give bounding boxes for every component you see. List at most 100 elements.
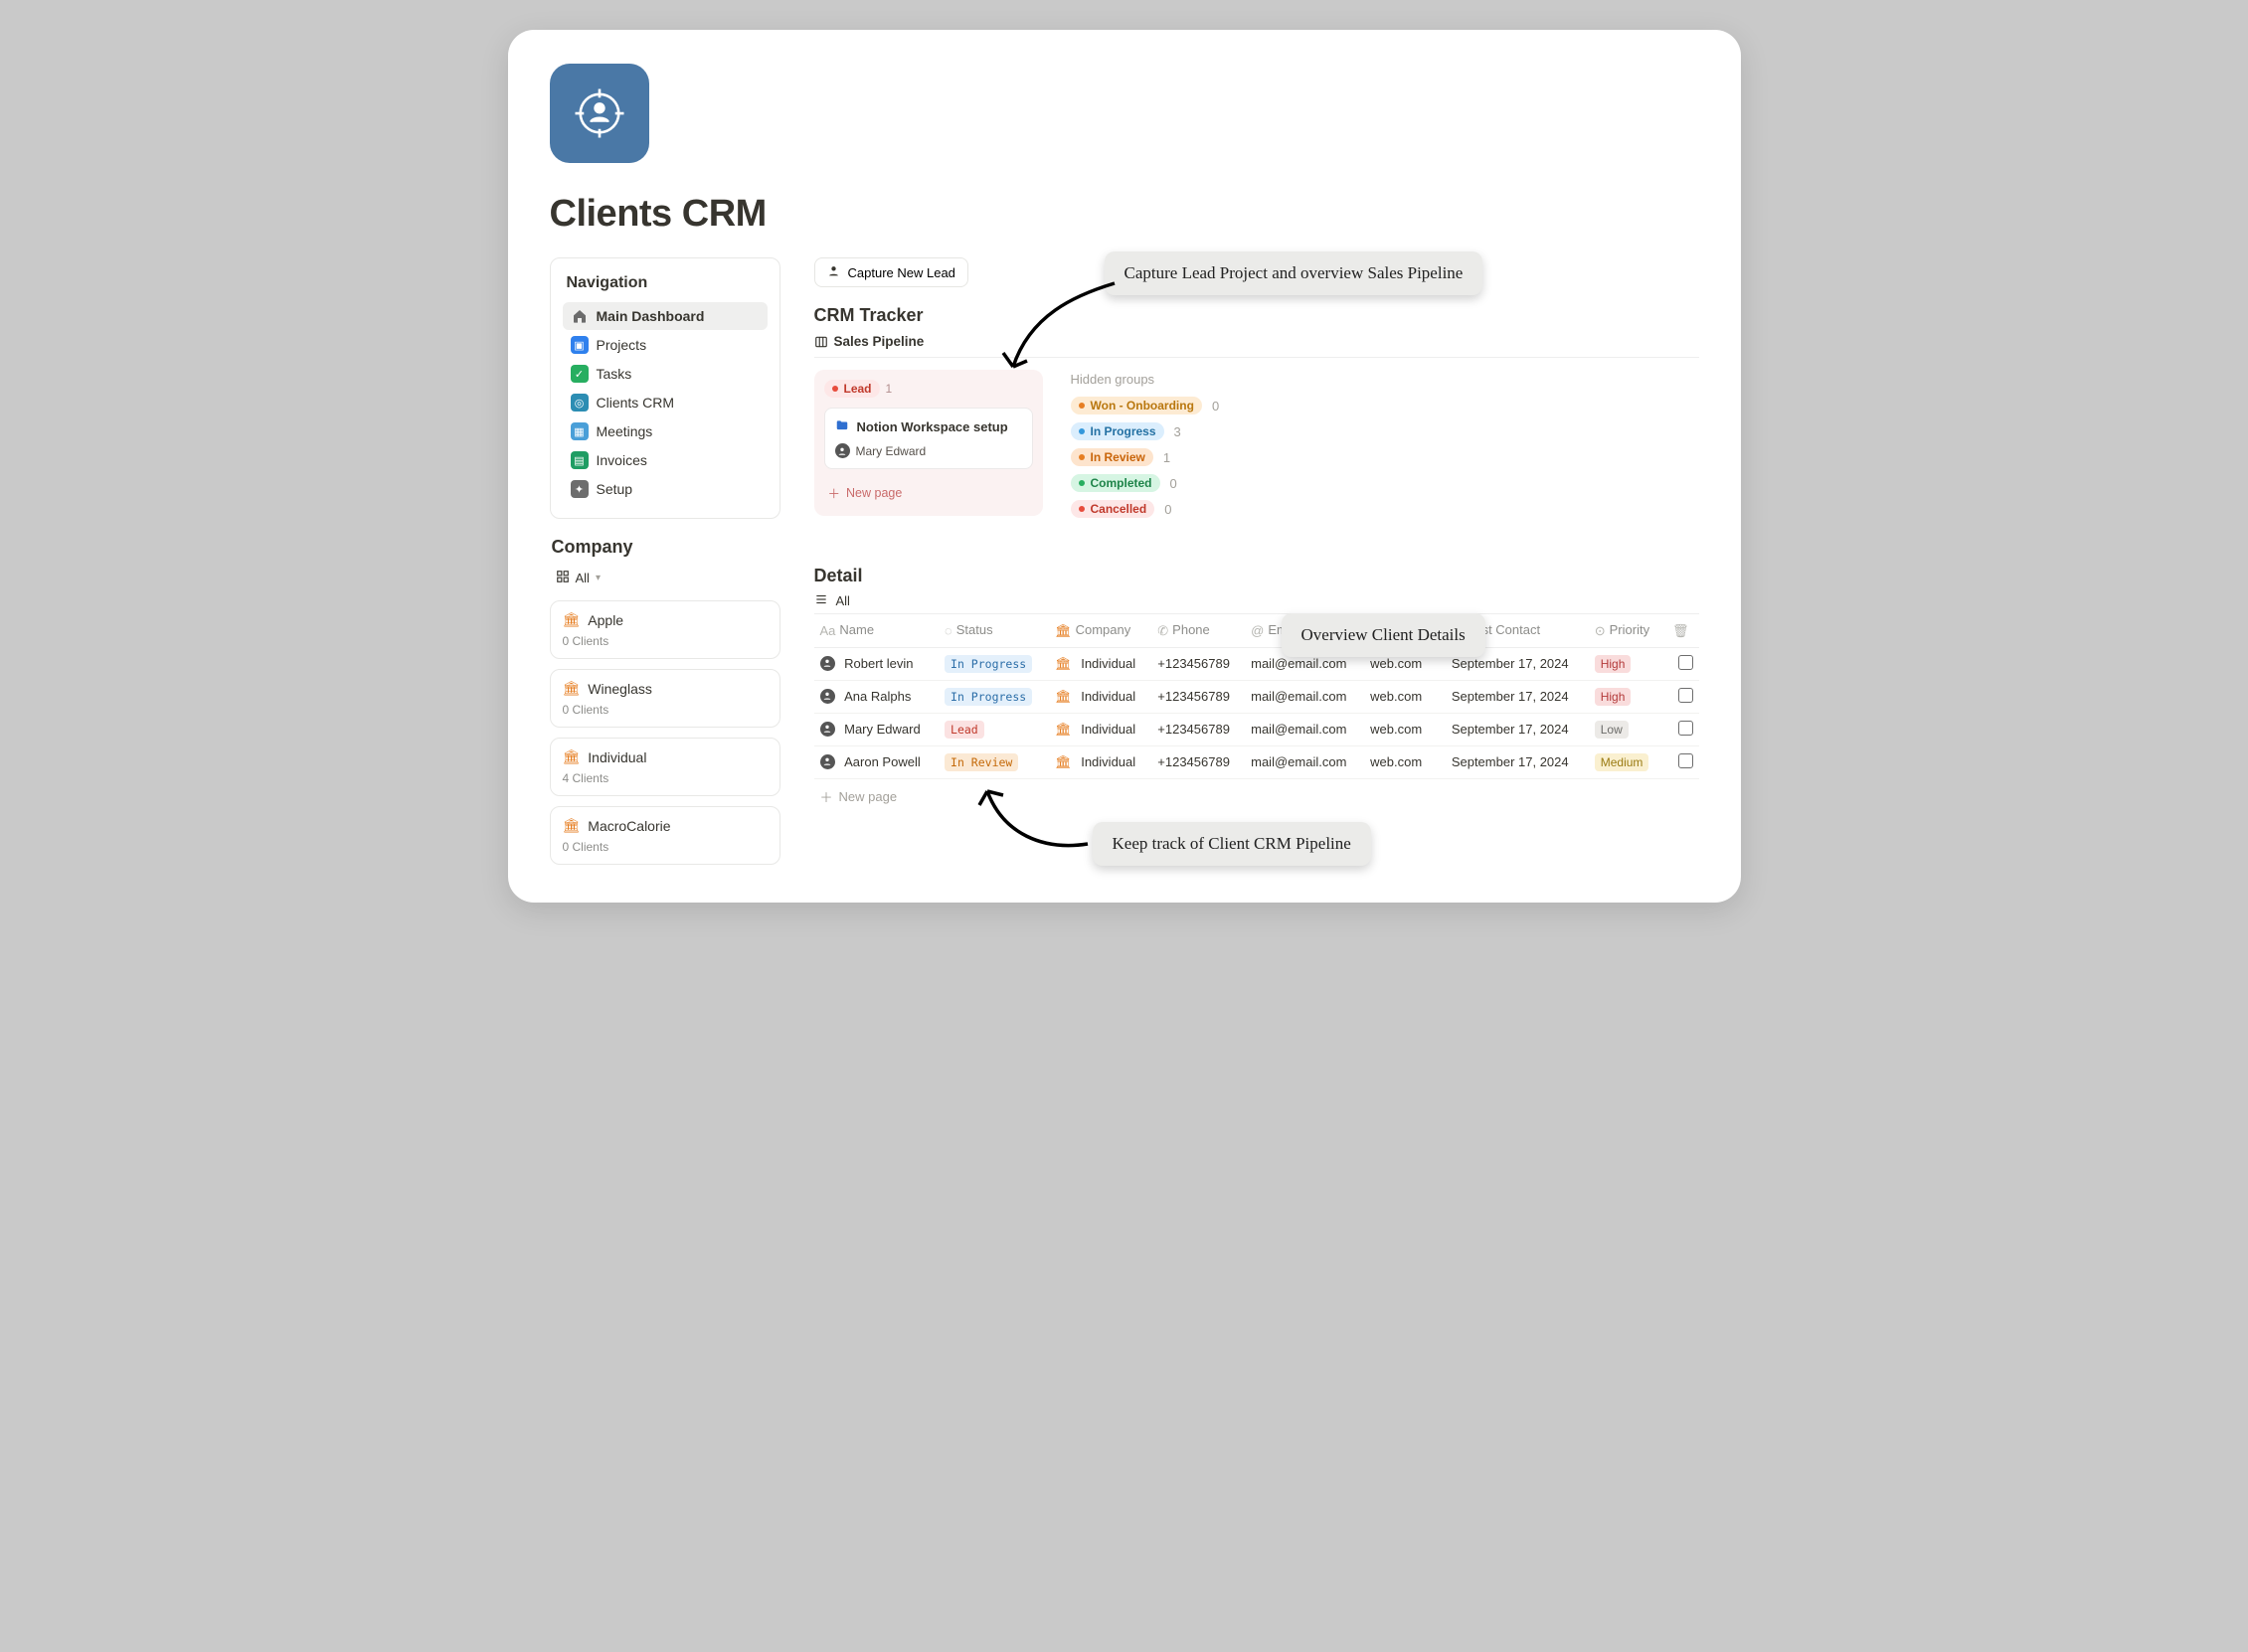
dot-icon <box>1079 428 1085 434</box>
company-card[interactable]: 🏛 Apple 0 Clients <box>550 600 780 659</box>
cell-name: Robert levin <box>844 656 913 671</box>
cell-last-contact: September 17, 2024 <box>1446 713 1589 745</box>
folder-icon <box>835 418 849 435</box>
new-page-button[interactable]: ＋ New page <box>824 475 1033 510</box>
group-pill: Won - Onboarding <box>1071 397 1202 414</box>
table-row[interactable]: Robert levin In Progress 🏛 Individual +1… <box>814 647 1699 680</box>
company-card[interactable]: 🏛 Wineglass 0 Clients <box>550 669 780 728</box>
grid-icon <box>556 570 570 586</box>
cell-phone: +123456789 <box>1151 680 1245 713</box>
nav-item-projects[interactable]: ▣ Projects <box>563 331 768 359</box>
table-row[interactable]: Mary Edward Lead 🏛 Individual +123456789… <box>814 713 1699 745</box>
crm-tracker-title: CRM Tracker <box>814 305 1699 326</box>
dot-icon <box>1079 506 1085 512</box>
nav-label: Main Dashboard <box>597 308 705 324</box>
cell-phone: +123456789 <box>1151 647 1245 680</box>
hidden-group-row[interactable]: Completed 0 <box>1071 474 1220 492</box>
group-pill: In Progress <box>1071 422 1164 440</box>
hidden-groups-title: Hidden groups <box>1071 372 1220 387</box>
nav-label: Meetings <box>597 423 653 439</box>
company-name: Wineglass <box>588 681 652 697</box>
calendar-icon: ▦ <box>571 422 589 440</box>
hidden-group-row[interactable]: In Review 1 <box>1071 448 1220 466</box>
company-card[interactable]: 🏛 Individual 4 Clients <box>550 738 780 796</box>
invoice-icon: ▤ <box>571 451 589 469</box>
person-icon <box>827 264 840 280</box>
nav-item-meetings[interactable]: ▦ Meetings <box>563 417 768 445</box>
detail-tab-all[interactable]: All <box>814 592 1699 609</box>
group-label: In Progress <box>1091 424 1156 438</box>
person-avatar-icon <box>820 689 835 704</box>
company-sub: 4 Clients <box>563 771 768 785</box>
hidden-groups: Hidden groups Won - Onboarding 0 In Prog… <box>1071 370 1220 526</box>
company-sub: 0 Clients <box>563 703 768 717</box>
group-count: 3 <box>1174 424 1181 439</box>
lead-column: Lead 1 Notion Workspace setup <box>814 370 1043 516</box>
hidden-group-row[interactable]: Cancelled 0 <box>1071 500 1220 518</box>
cell-status: In Review <box>945 753 1018 771</box>
cell-priority: High <box>1595 688 1632 706</box>
building-icon: 🏛 <box>1055 689 1072 704</box>
navigation-card: Navigation Main Dashboard ▣ Projects ✓ T… <box>550 257 780 519</box>
cell-company: Individual <box>1081 689 1135 704</box>
col-actions[interactable]: 🗑 <box>1662 614 1698 648</box>
nav-label: Clients CRM <box>597 395 675 411</box>
table-row[interactable]: Ana Ralphs In Progress 🏛 Individual +123… <box>814 680 1699 713</box>
list-icon <box>814 592 828 609</box>
lead-pill[interactable]: Lead <box>824 380 880 398</box>
detail-new-page[interactable]: ＋ New page <box>814 779 1699 814</box>
card-person: Mary Edward <box>856 444 927 458</box>
new-page-label: New page <box>839 789 898 804</box>
table-row[interactable]: Aaron Powell In Review 🏛 Individual +123… <box>814 745 1699 778</box>
cell-status: Lead <box>945 721 984 739</box>
nav-item-invoices[interactable]: ▤ Invoices <box>563 446 768 474</box>
person-avatar-icon <box>835 443 850 458</box>
row-checkbox[interactable] <box>1678 688 1693 703</box>
cell-website: web.com <box>1364 680 1446 713</box>
capture-label: Capture New Lead <box>848 265 955 280</box>
lead-card[interactable]: Notion Workspace setup Mary Edward <box>824 408 1033 469</box>
chevron-down-icon: ▾ <box>596 573 601 583</box>
row-checkbox[interactable] <box>1678 721 1693 736</box>
home-icon <box>571 307 589 325</box>
cell-name: Ana Ralphs <box>844 689 911 704</box>
cell-name: Mary Edward <box>844 722 921 737</box>
hidden-group-row[interactable]: In Progress 3 <box>1071 422 1220 440</box>
nav-item-main-dashboard[interactable]: Main Dashboard <box>563 302 768 330</box>
tab-sales-pipeline[interactable]: Sales Pipeline <box>814 334 925 349</box>
nav-item-clients-crm[interactable]: ◎ Clients CRM <box>563 389 768 416</box>
trash-icon: 🗑 <box>1672 623 1689 639</box>
page-title: Clients CRM <box>550 193 1699 236</box>
building-icon: 🏛 <box>563 817 581 834</box>
hidden-group-row[interactable]: Won - Onboarding 0 <box>1071 397 1220 414</box>
gear-icon: ✦ <box>571 480 589 498</box>
group-label: In Review <box>1091 450 1145 464</box>
lead-label: Lead <box>844 382 872 396</box>
person-avatar-icon <box>820 722 835 737</box>
col-phone[interactable]: ✆Phone <box>1151 614 1245 648</box>
nav-label: Projects <box>597 337 647 353</box>
tab-label: Sales Pipeline <box>834 334 925 349</box>
folder-icon: ▣ <box>571 336 589 354</box>
plus-icon: ＋ <box>820 787 833 806</box>
company-card[interactable]: 🏛 MacroCalorie 0 Clients <box>550 806 780 865</box>
dot-icon <box>832 386 838 392</box>
nav-item-tasks[interactable]: ✓ Tasks <box>563 360 768 388</box>
cell-status: In Progress <box>945 688 1032 706</box>
col-priority[interactable]: ⊙Priority <box>1589 614 1663 648</box>
check-icon: ✓ <box>571 365 589 383</box>
cell-name: Aaron Powell <box>844 754 921 769</box>
cell-website: web.com <box>1364 745 1446 778</box>
capture-new-lead-button[interactable]: Capture New Lead <box>814 257 968 287</box>
sidebar: Navigation Main Dashboard ▣ Projects ✓ T… <box>550 257 780 875</box>
col-name[interactable]: AaName <box>814 614 940 648</box>
company-view-label: All <box>576 571 590 585</box>
row-checkbox[interactable] <box>1678 753 1693 768</box>
cell-priority: Low <box>1595 721 1629 739</box>
company-view-selector[interactable]: All ▾ <box>550 566 780 590</box>
nav-item-setup[interactable]: ✦ Setup <box>563 475 768 503</box>
col-status[interactable]: ◌Status <box>939 614 1049 648</box>
row-checkbox[interactable] <box>1678 655 1693 670</box>
group-count: 0 <box>1164 502 1171 517</box>
col-company[interactable]: 🏛Company <box>1049 614 1151 648</box>
